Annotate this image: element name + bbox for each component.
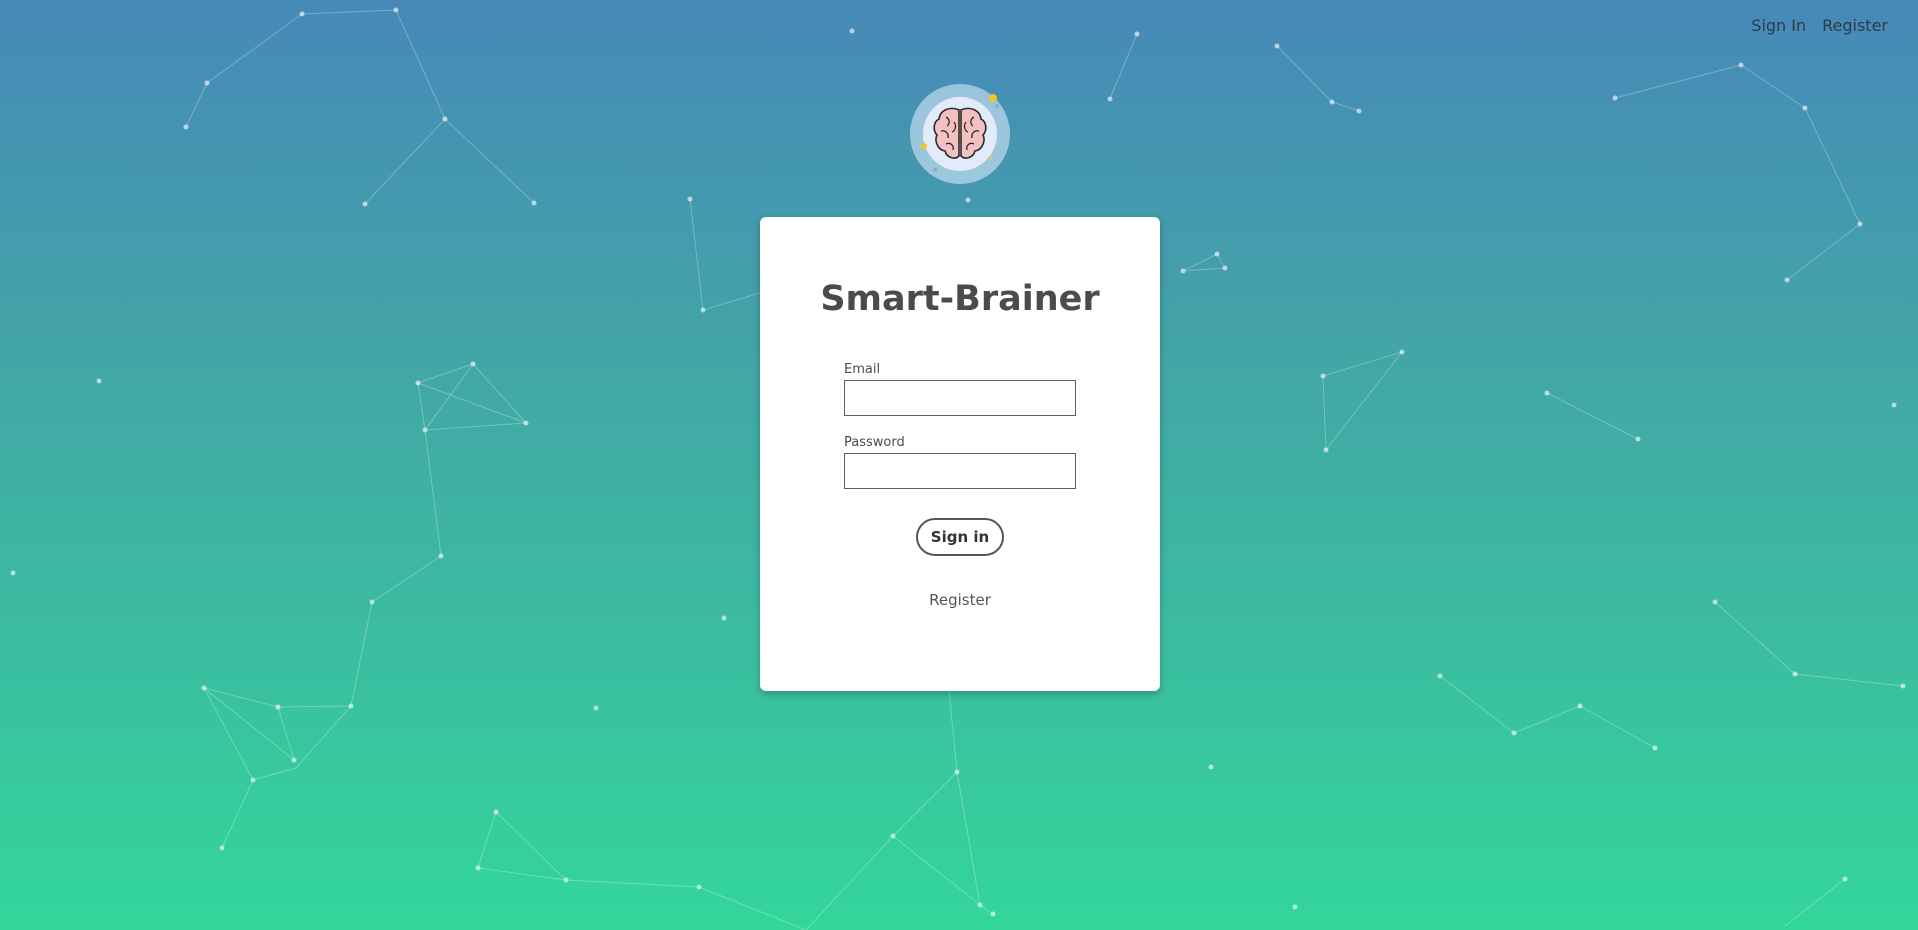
email-label: Email bbox=[844, 362, 881, 377]
brain-icon bbox=[910, 84, 1010, 184]
page-title: Smart-Brainer bbox=[820, 279, 1100, 319]
signin-card: Smart-Brainer Email Password Sign in Reg… bbox=[760, 217, 1160, 691]
top-nav: Sign In Register bbox=[1751, 16, 1888, 35]
sign-in-button[interactable]: Sign in bbox=[916, 518, 1004, 556]
nav-register-link[interactable]: Register bbox=[1822, 16, 1888, 35]
brain-logo bbox=[910, 84, 1010, 184]
register-link[interactable]: Register bbox=[760, 591, 1160, 609]
nav-sign-in-link[interactable]: Sign In bbox=[1751, 16, 1806, 35]
password-label: Password bbox=[844, 435, 905, 450]
password-field[interactable] bbox=[844, 453, 1076, 489]
email-field[interactable] bbox=[844, 380, 1076, 416]
